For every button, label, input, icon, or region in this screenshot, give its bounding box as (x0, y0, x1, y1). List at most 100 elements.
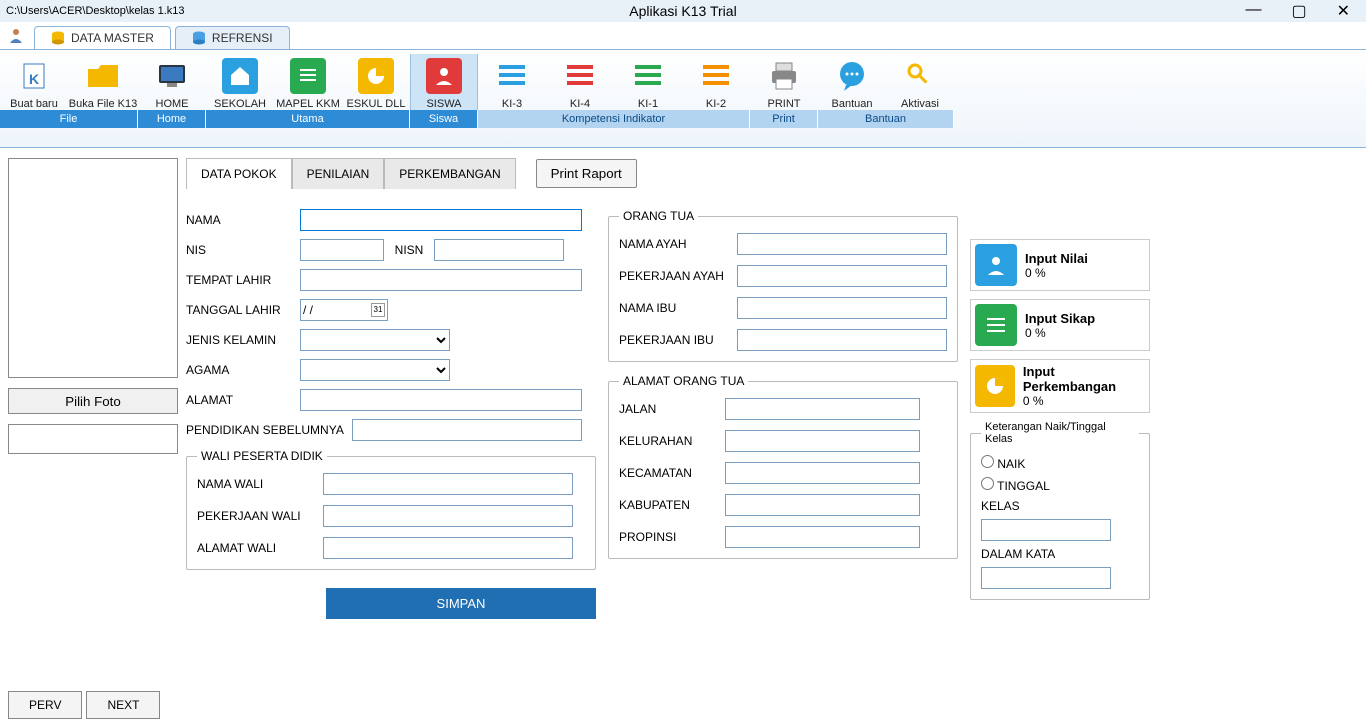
pie-icon (358, 58, 394, 94)
label-pekerjaan-ayah: PEKERJAAN AYAH (619, 269, 731, 283)
ribbon-group-home: Home (138, 110, 206, 128)
ribbon-ki3[interactable]: KI-3 (478, 54, 546, 110)
photo-preview (8, 158, 178, 378)
radio-naik[interactable]: NAIK (981, 455, 1139, 471)
pekerjaan-ayah-input[interactable] (737, 265, 947, 287)
kecamatan-input[interactable] (725, 462, 920, 484)
pekerjaan-wali-input[interactable] (323, 505, 573, 527)
person-icon (975, 244, 1017, 286)
tab-penilaian[interactable]: PENILAIAN (292, 158, 385, 189)
jalan-input[interactable] (725, 398, 920, 420)
person-icon (426, 58, 462, 94)
kelurahan-input[interactable] (725, 430, 920, 452)
pie-icon (975, 365, 1015, 407)
tanggal-lahir-input[interactable]: / /31 (300, 299, 388, 321)
label-pekerjaan-ibu: PEKERJAAN IBU (619, 333, 731, 347)
label-jenis-kelamin: JENIS KELAMIN (186, 333, 294, 347)
kelas-input[interactable] (981, 519, 1111, 541)
tab-data-pokok[interactable]: DATA POKOK (186, 158, 292, 189)
chat-icon (834, 58, 870, 94)
ribbon-group-siswa: Siswa (410, 110, 478, 128)
label-nama-ayah: NAMA AYAH (619, 237, 731, 251)
file-path: C:\Users\ACER\Desktop\kelas 1.k13 (6, 5, 185, 17)
wali-fieldset: WALI PESERTA DIDIK NAMA WALI PEKERJAAN W… (186, 449, 596, 570)
tempat-lahir-input[interactable] (300, 269, 582, 291)
label-nama-ibu: NAMA IBU (619, 301, 731, 315)
calendar-icon[interactable]: 31 (371, 303, 385, 317)
ribbon-bantuan[interactable]: Bantuan (818, 54, 886, 110)
alamat-wali-input[interactable] (323, 537, 573, 559)
prev-button[interactable]: PERV (8, 691, 82, 719)
ribbon-group-print: Print (750, 110, 818, 128)
nama-ayah-input[interactable] (737, 233, 947, 255)
ribbon-ki4[interactable]: KI-4 (546, 54, 614, 110)
key-icon (902, 58, 938, 94)
ribbon-sekolah[interactable]: SEKOLAH (206, 54, 274, 110)
label-kelurahan: KELURAHAN (619, 434, 719, 448)
ribbon-group-bantuan: Bantuan (818, 110, 954, 128)
alamat-input[interactable] (300, 389, 582, 411)
print-raport-button[interactable]: Print Raport (536, 159, 637, 188)
tab-perkembangan[interactable]: PERKEMBANGAN (384, 158, 515, 189)
keterangan-legend: Keterangan Naik/Tinggal Kelas (981, 421, 1139, 445)
propinsi-input[interactable] (725, 526, 920, 548)
dalam-kata-input[interactable] (981, 567, 1111, 589)
tab-refrensi[interactable]: REFRENSI (175, 26, 290, 49)
tab-data-master[interactable]: DATA MASTER (34, 26, 171, 49)
minimize-button[interactable]: — (1237, 1, 1269, 21)
kabupaten-input[interactable] (725, 494, 920, 516)
ribbon-ki1[interactable]: KI-1 (614, 54, 682, 110)
label-propinsi: PROPINSI (619, 530, 719, 544)
nisn-input[interactable] (434, 239, 564, 261)
agama-select[interactable] (300, 359, 450, 381)
ribbon-buka-file[interactable]: Buka File K13 (68, 54, 138, 110)
maximize-button[interactable]: ▢ (1283, 1, 1314, 21)
pendidikan-input[interactable] (352, 419, 582, 441)
label-alamat: ALAMAT (186, 393, 294, 407)
label-tempat-lahir: TEMPAT LAHIR (186, 273, 294, 287)
close-button[interactable]: ✕ (1329, 1, 1358, 21)
card-input-nilai[interactable]: Input Nilai0 % (970, 239, 1150, 291)
info-box (8, 424, 178, 454)
pilih-foto-button[interactable]: Pilih Foto (8, 388, 178, 414)
ribbon-print[interactable]: PRINT (750, 54, 818, 110)
card-input-perkembangan[interactable]: Input Perkembangan0 % (970, 359, 1150, 413)
card-input-sikap[interactable]: Input Sikap0 % (970, 299, 1150, 351)
ribbon-eskul[interactable]: ESKUL DLL (342, 54, 410, 110)
nama-wali-input[interactable] (323, 473, 573, 495)
ribbon-group-ki: Kompetensi Indikator (478, 110, 750, 128)
main-tab-bar: DATA MASTER REFRENSI (0, 22, 1366, 50)
database-icon (192, 31, 206, 45)
ribbon-mapel-kkm[interactable]: MAPEL KKM (274, 54, 342, 110)
ribbon-home[interactable]: HOME (138, 54, 206, 110)
pekerjaan-ibu-input[interactable] (737, 329, 947, 351)
keterangan-fieldset: Keterangan Naik/Tinggal Kelas NAIK TINGG… (970, 421, 1150, 600)
label-agama: AGAMA (186, 363, 294, 377)
nis-input[interactable] (300, 239, 384, 261)
radio-tinggal[interactable]: TINGGAL (981, 477, 1139, 493)
label-jalan: JALAN (619, 402, 719, 416)
title-bar: C:\Users\ACER\Desktop\kelas 1.k13 Aplika… (0, 0, 1366, 22)
label-nama: NAMA (186, 213, 294, 227)
label-pekerjaan-wali: PEKERJAAN WALI (197, 509, 317, 523)
ribbon-ki2[interactable]: KI-2 (682, 54, 750, 110)
ribbon-aktivasi[interactable]: Aktivasi (886, 54, 954, 110)
label-kelas: KELAS (981, 499, 1139, 513)
nama-ibu-input[interactable] (737, 297, 947, 319)
ribbon-buat-baru[interactable]: K Buat baru (0, 54, 68, 110)
ribbon-siswa[interactable]: SISWA (410, 54, 478, 110)
ribbon-group-utama: Utama (206, 110, 410, 128)
next-button[interactable]: NEXT (86, 691, 160, 719)
lines-icon (494, 58, 530, 94)
user-icon[interactable] (6, 25, 26, 45)
label-kabupaten: KABUPATEN (619, 498, 719, 512)
folder-icon (85, 58, 121, 94)
label-nis: NIS (186, 243, 294, 257)
svg-text:K: K (29, 71, 39, 87)
label-nama-wali: NAMA WALI (197, 477, 317, 491)
jenis-kelamin-select[interactable] (300, 329, 450, 351)
label-pendidikan: PENDIDIKAN SEBELUMNYA (186, 423, 346, 437)
nama-input[interactable] (300, 209, 582, 231)
monitor-icon (154, 58, 190, 94)
simpan-button[interactable]: SIMPAN (326, 588, 596, 619)
